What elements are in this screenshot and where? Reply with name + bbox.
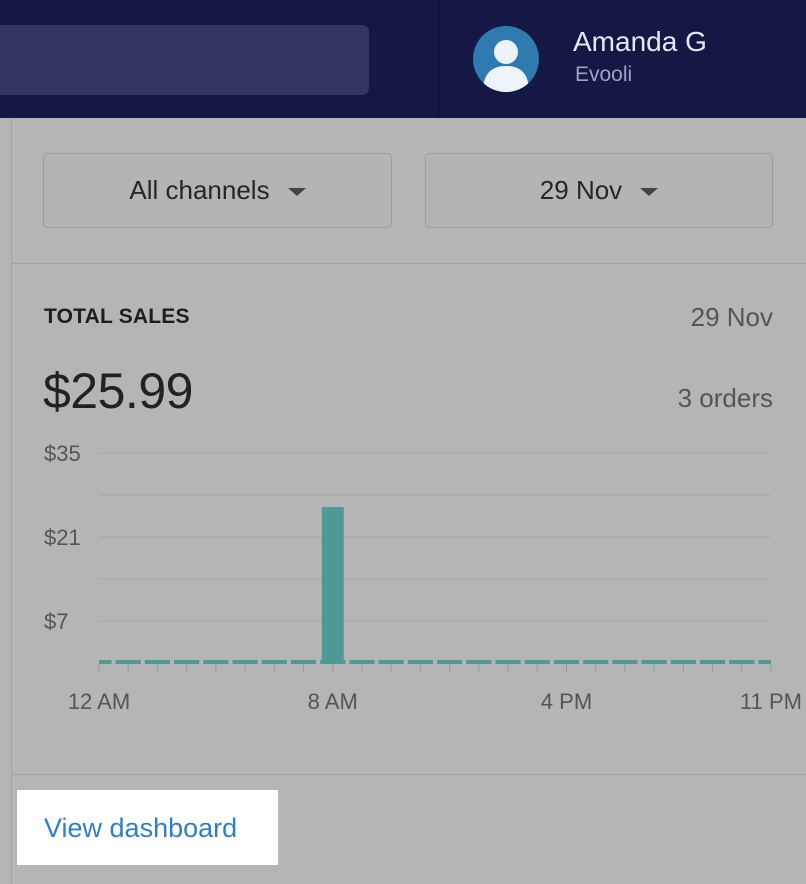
baseline-segment [378, 660, 404, 664]
caret-down-icon [287, 187, 306, 196]
baseline-segment [699, 660, 726, 664]
baseline-segment [612, 660, 638, 664]
baseline-segment [495, 660, 521, 664]
top-bar: Amanda G Evooli [0, 0, 806, 118]
total-sales-value: $25.99 [43, 363, 193, 419]
y-tick-label: $35 [44, 441, 81, 466]
sales-chart: $35 $21 $7 12 AM 8 AM 4 PM 11 PM [44, 441, 802, 714]
baseline-segment [729, 660, 755, 664]
y-tick-label: $7 [44, 609, 68, 634]
baseline-segment [261, 660, 287, 664]
date-filter-label: 29 Nov [539, 175, 623, 205]
baseline-segment [290, 660, 317, 664]
baseline-segment [670, 660, 696, 664]
topbar-divider [438, 0, 439, 118]
x-tick-label: 12 AM [68, 689, 130, 714]
view-dashboard-link[interactable]: View dashboard [44, 813, 237, 844]
baseline-segment [232, 660, 258, 664]
x-tick-label: 11 PM [740, 689, 802, 714]
x-tick-label: 8 AM [308, 689, 358, 714]
baseline-segment [524, 660, 550, 664]
user-name[interactable]: Amanda G [573, 26, 707, 58]
date-filter-dropdown[interactable]: 29 Nov [425, 153, 773, 228]
user-silhouette-icon [483, 40, 529, 92]
search-input[interactable] [0, 25, 369, 95]
channel-filter-dropdown[interactable]: All channels [43, 153, 392, 228]
baseline-segment [437, 660, 463, 664]
card-date: 29 Nov [690, 302, 773, 332]
y-tick-label: $21 [44, 525, 81, 550]
footer-divider [12, 774, 806, 775]
baseline-segment [583, 660, 609, 664]
baseline-segment [641, 660, 667, 664]
baseline-segment [115, 660, 141, 664]
baseline-segment [349, 660, 375, 664]
sales-bar [321, 507, 344, 663]
baseline-segment [407, 660, 433, 664]
filter-divider [12, 263, 806, 264]
baseline-segment [758, 660, 771, 664]
avatar[interactable] [473, 26, 539, 92]
channel-filter-label: All channels [129, 175, 270, 205]
orders-count: 3 orders [677, 383, 773, 413]
baseline-segment [466, 660, 492, 664]
baseline-segment [144, 660, 171, 664]
card-title: TOTAL SALES [44, 305, 190, 328]
baseline-segment [203, 660, 229, 664]
caret-down-icon [640, 187, 659, 196]
baseline-segment [553, 660, 580, 664]
baseline-segment [99, 660, 112, 664]
baseline-segment [174, 660, 200, 664]
x-tick-label: 4 PM [541, 689, 592, 714]
store-name: Evooli [575, 63, 633, 86]
